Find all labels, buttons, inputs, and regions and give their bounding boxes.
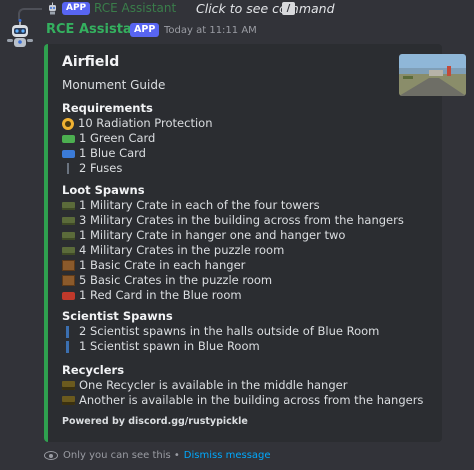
recycler-item: One Recycler is available in the middle … [62,378,423,393]
requirements-section: Requirements 10 Radiation Protection 1 G… [62,100,212,176]
scientist-item: 1 Scientist spawn in Blue Room [62,339,379,354]
scientist-spawns-title: Scientist Spawns [62,309,173,323]
basic-crate-icon [62,260,75,271]
loot-text: 1 Military Crate in hanger one and hange… [79,228,346,242]
recycler-text: Another is available in the building acr… [79,393,424,407]
recyclers-title: Recyclers [62,363,125,377]
military-crate-icon [62,231,75,240]
loot-text: 4 Military Crates in the puzzle room [79,243,285,257]
loot-item: 1 Military Crate in hanger one and hange… [62,228,404,243]
recycler-text: One Recycler is available in the middle … [79,378,348,392]
robot-avatar-icon[interactable] [4,18,36,50]
military-crate-icon [62,201,75,210]
slash-command-icon: / [282,2,295,15]
recycler-item: Another is available in the building acr… [62,393,423,408]
loot-item: 3 Military Crates in the building across… [62,213,404,228]
airfield-thumbnail-image[interactable] [399,54,466,96]
monument-embed: Airfield Monument Guide Requirements 10 … [44,44,466,442]
reply-author-name[interactable]: RCE Assistant [94,1,176,15]
app-badge: APP [130,23,160,37]
loot-text: 1 Military Crate in each of the four tow… [79,198,320,212]
requirement-item: 1 Green Card [62,131,212,146]
military-crate-icon [62,246,75,255]
requirement-text: 10 Radiation Protection [78,116,213,130]
recyclers-section: Recyclers One Recycler is available in t… [62,362,423,408]
basic-crate-icon [62,275,75,286]
loot-item: 1 Red Card in the Blue room [62,288,404,303]
reply-context[interactable]: APP RCE Assistant Click to see command / [0,0,474,20]
ephemeral-notice: Only you can see this • Dismiss message [44,450,271,461]
requirement-item: 2 Fuses [62,161,212,176]
message-timestamp[interactable]: Today at 11:11 AM [164,25,257,36]
loot-item: 1 Military Crate in each of the four tow… [62,198,404,213]
loot-item: 1 Basic Crate in each hanger [62,258,404,273]
requirement-text: 1 Blue Card [79,146,146,160]
requirement-text: 1 Green Card [79,131,156,145]
military-crate-icon [62,216,75,225]
loot-text: 1 Red Card in the Blue room [79,288,242,302]
loot-text: 5 Basic Crates in the puzzle room [79,273,273,287]
dismiss-message-link[interactable]: Dismiss message [184,450,271,461]
loot-spawns-title: Loot Spawns [62,183,145,197]
scientist-item: 2 Scientist spawns in the halls outside … [62,324,379,339]
loot-text: 3 Military Crates in the building across… [79,213,404,227]
red-card-icon [62,292,75,300]
fuse-icon [67,163,69,174]
reply-app-badge: APP [62,2,91,15]
blue-card-icon [62,150,75,158]
requirement-item: 10 Radiation Protection [62,116,212,131]
recycler-icon [62,396,75,405]
requirement-text: 2 Fuses [79,161,123,175]
scientist-icon [66,325,69,338]
radiation-icon [62,117,74,130]
robot-avatar-small-icon [49,2,56,15]
requirements-title: Requirements [62,101,153,115]
ephemeral-text: Only you can see this • [63,450,180,461]
reply-command-link[interactable]: Click to see command [196,1,335,16]
green-card-icon [62,135,75,143]
embed-title: Airfield [62,54,120,70]
scientist-text: 1 Scientist spawn in Blue Room [79,339,260,353]
eye-icon [44,451,58,460]
requirement-item: 1 Blue Card [62,146,212,161]
loot-text: 1 Basic Crate in each hanger [79,258,246,272]
embed-description: Monument Guide [62,78,166,92]
recycler-icon [62,381,75,390]
scientist-text: 2 Scientist spawns in the halls outside … [79,324,380,338]
scientist-spawns-section: Scientist Spawns 2 Scientist spawns in t… [62,308,379,354]
loot-spawns-section: Loot Spawns 1 Military Crate in each of … [62,182,404,303]
scientist-icon [66,340,69,353]
embed-footer: Powered by discord.gg/rustypickle [62,416,248,427]
loot-item: 4 Military Crates in the puzzle room [62,243,404,258]
loot-item: 5 Basic Crates in the puzzle room [62,273,404,288]
